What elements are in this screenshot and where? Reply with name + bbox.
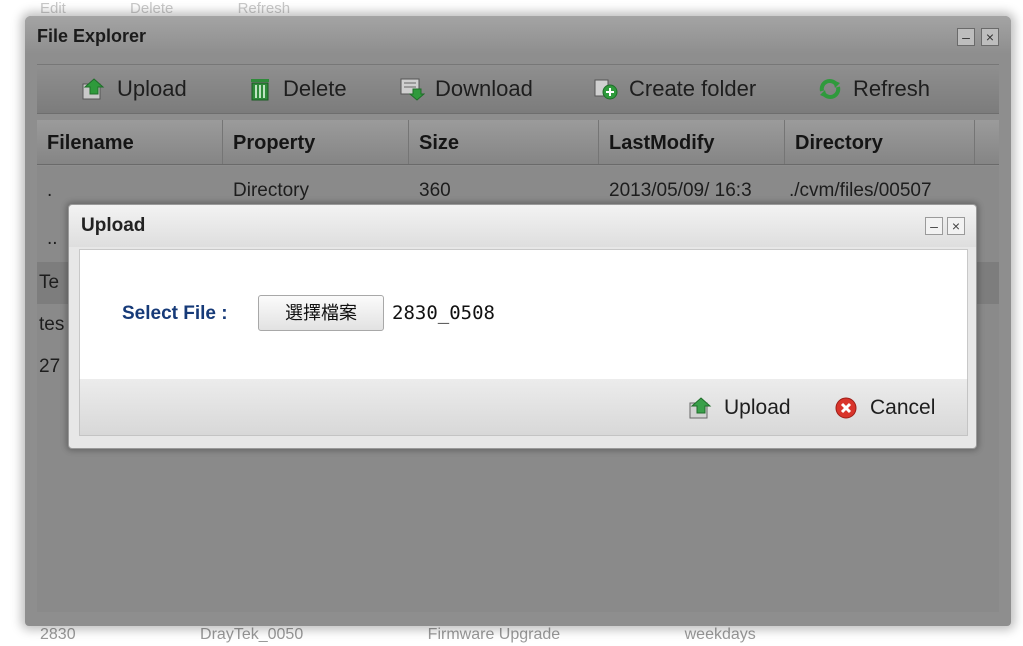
background-cell-name: DrayTek_0050 bbox=[200, 626, 304, 643]
column-header-lastmodify[interactable]: LastModify bbox=[599, 120, 785, 164]
delete-button[interactable]: Delete bbox=[247, 75, 347, 103]
column-header-size[interactable]: Size bbox=[409, 120, 599, 164]
file-explorer-title: File Explorer bbox=[37, 26, 147, 46]
background-edit-label: Edit bbox=[40, 0, 66, 16]
download-label: Download bbox=[435, 76, 533, 101]
file-grid-header: Filename Property Size LastModify Direct… bbox=[37, 120, 999, 165]
background-cell-schedule: weekdays bbox=[684, 626, 756, 643]
choose-file-button[interactable]: 選擇檔案 bbox=[258, 295, 384, 331]
background-table-row: 2830 DrayTek_0050 Firmware Upgrade weekd… bbox=[40, 626, 1000, 646]
file-toolbar: Upload Delete Download Create folder Ref… bbox=[37, 64, 999, 114]
background-delete-label: Delete bbox=[130, 0, 174, 16]
column-header-property[interactable]: Property bbox=[223, 120, 409, 164]
dialog-minimize-button[interactable]: – bbox=[925, 217, 943, 235]
trash-icon bbox=[251, 79, 269, 101]
create-folder-label: Create folder bbox=[629, 76, 757, 101]
upload-dialog-title: Upload bbox=[81, 215, 146, 236]
minimize-button[interactable]: – bbox=[957, 28, 975, 46]
selected-file-name: 2830_0508 bbox=[392, 302, 495, 324]
upload-icon bbox=[82, 78, 105, 100]
dialog-cancel-label: Cancel bbox=[870, 396, 936, 419]
create-folder-button[interactable]: Create folder bbox=[593, 75, 756, 103]
upload-icon bbox=[689, 397, 712, 419]
background-refresh-label: Refresh bbox=[237, 0, 291, 16]
select-file-label: Select File : bbox=[122, 303, 228, 324]
upload-label: Upload bbox=[117, 76, 187, 101]
upload-dialog-body: Select File : 選擇檔案 2830_0508 bbox=[79, 249, 968, 380]
dialog-upload-button[interactable]: Upload bbox=[688, 395, 791, 421]
close-button[interactable]: × bbox=[981, 28, 999, 46]
upload-dialog: Upload – × Select File : 選擇檔案 2830_0508 … bbox=[68, 204, 977, 449]
delete-label: Delete bbox=[283, 76, 347, 101]
dialog-cancel-button[interactable]: Cancel bbox=[834, 395, 935, 421]
column-header-directory[interactable]: Directory bbox=[785, 120, 975, 164]
refresh-label: Refresh bbox=[853, 76, 931, 101]
dialog-close-button[interactable]: × bbox=[947, 217, 965, 235]
create-folder-icon bbox=[594, 79, 618, 100]
upload-button[interactable]: Upload bbox=[81, 75, 187, 103]
upload-dialog-titlebar[interactable]: Upload – × bbox=[69, 205, 976, 247]
file-explorer-titlebar[interactable]: File Explorer – × bbox=[25, 16, 1011, 54]
cancel-icon bbox=[835, 397, 857, 419]
refresh-icon bbox=[819, 79, 841, 99]
background-toolbar-strip: Edit Delete Refresh bbox=[40, 0, 1000, 16]
download-icon bbox=[400, 78, 425, 101]
column-header-filename[interactable]: Filename bbox=[37, 120, 223, 164]
refresh-button[interactable]: Refresh bbox=[817, 75, 930, 103]
background-cell-action: Firmware Upgrade bbox=[427, 626, 561, 643]
background-cell-id: 2830 bbox=[40, 626, 76, 643]
dialog-upload-label: Upload bbox=[724, 396, 791, 419]
download-button[interactable]: Download bbox=[399, 75, 533, 103]
upload-dialog-footer: Upload Cancel bbox=[79, 379, 968, 436]
